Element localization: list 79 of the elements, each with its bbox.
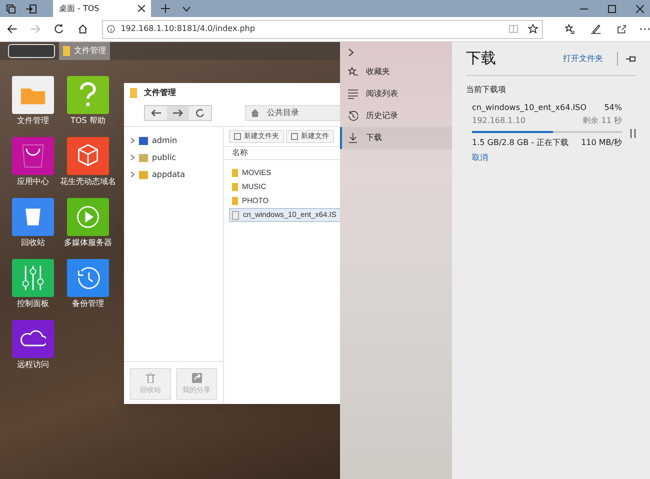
app-label[interactable]: 花生壳动态域名: [60, 177, 116, 186]
address-text: 192.168.1.10:8181/4.0/index.php: [120, 23, 255, 35]
maximize-icon[interactable]: [608, 4, 616, 12]
folder-icon: [63, 46, 70, 56]
browser-tab[interactable]: 桌面 - TOS: [53, 0, 151, 17]
hub-nav-item[interactable]: 历史记录: [340, 105, 452, 127]
window-title: 文件管理: [144, 87, 176, 99]
nav-icon: [348, 111, 358, 121]
app-label[interactable]: 多媒体服务器: [60, 238, 116, 247]
app-tile[interactable]: [67, 76, 109, 114]
tabs-aside-icon[interactable]: [26, 4, 37, 14]
download-size: 1.5 GB/2.8 GB - 正在下载: [472, 137, 569, 149]
close-tab-icon[interactable]: [138, 5, 145, 12]
chevron-right-icon[interactable]: [130, 137, 135, 144]
tab-list-icon[interactable]: [6, 4, 16, 14]
breadcrumb-item[interactable]: 公共目录: [267, 107, 299, 119]
app-label[interactable]: 应用中心: [5, 177, 61, 186]
nav-icon: [348, 89, 358, 99]
nav-icon: [348, 133, 358, 143]
app-tile[interactable]: [12, 198, 54, 236]
back-arrow-icon[interactable]: [7, 24, 17, 34]
app-icon: [20, 265, 46, 291]
download-percent: 54%: [604, 102, 622, 114]
app-icon: [75, 265, 101, 291]
close-icon[interactable]: [636, 4, 644, 12]
trash-icon: [146, 372, 155, 383]
column-header[interactable]: 名称: [232, 147, 248, 159]
app-tile[interactable]: [12, 76, 54, 114]
file-name: cn_windows_10_ent_x64.ISO: [472, 102, 586, 114]
app-icon: [75, 143, 101, 169]
app-label[interactable]: 远程访问: [5, 360, 61, 369]
app-label[interactable]: 备份管理: [60, 299, 116, 308]
app-label[interactable]: 控制面板: [5, 299, 61, 308]
hub-nav-item[interactable]: 阅读列表: [340, 83, 452, 105]
chevron-right-icon[interactable]: [130, 154, 135, 161]
app-tile[interactable]: [12, 137, 54, 175]
refresh-icon[interactable]: [54, 24, 64, 34]
pause-icon[interactable]: [630, 128, 636, 138]
tree-item[interactable]: appdata: [124, 167, 223, 182]
hub-nav-item[interactable]: 收藏夹: [340, 61, 452, 83]
document-icon: [232, 210, 239, 220]
app-label[interactable]: TOS 帮助: [60, 116, 116, 125]
taskbar-item[interactable]: 文件管理: [59, 42, 110, 60]
section-heading: 当前下载项: [466, 84, 507, 96]
share-icon[interactable]: [616, 24, 626, 34]
time-remaining: 剩余 11 秒: [582, 115, 622, 127]
chevron-right-icon[interactable]: [348, 48, 354, 57]
star-icon[interactable]: [528, 24, 538, 34]
app-tile[interactable]: [12, 259, 54, 297]
app-icon: [20, 143, 46, 169]
download-source: 192.168.1.10: [472, 115, 526, 127]
tree-item[interactable]: admin: [124, 133, 223, 148]
app-tile[interactable]: [12, 320, 54, 358]
app-tile[interactable]: [67, 198, 109, 236]
folder-icon: [130, 88, 137, 98]
home-icon[interactable]: [78, 24, 88, 34]
chevron-right-icon[interactable]: [130, 171, 135, 178]
share-icon: [192, 372, 202, 383]
chevron-down-icon[interactable]: [182, 6, 191, 12]
app-icon: [75, 204, 101, 230]
address-field[interactable]: 192.168.1.10:8181/4.0/index.php: [102, 20, 544, 38]
app-label[interactable]: 回收站: [5, 238, 61, 247]
folder-outline-icon: [234, 133, 241, 140]
panel-title: 下载: [466, 48, 496, 70]
open-folder-link[interactable]: 打开文件夹: [563, 52, 603, 64]
app-tile[interactable]: [67, 259, 109, 297]
new-tab-icon[interactable]: [161, 4, 170, 13]
info-icon: [106, 25, 115, 33]
document-icon: [291, 133, 298, 140]
download-speed: 110 MB/秒: [581, 137, 622, 149]
hub-nav-item[interactable]: 下载: [340, 127, 452, 149]
nav-icon: [348, 67, 358, 77]
tree-item[interactable]: public: [124, 150, 223, 165]
favorites-icon[interactable]: [565, 24, 575, 34]
pen-icon[interactable]: [590, 24, 601, 34]
pin-icon[interactable]: [626, 54, 636, 62]
cancel-link[interactable]: 取消: [472, 152, 488, 164]
app-tile[interactable]: [67, 137, 109, 175]
app-label[interactable]: 文件管理: [5, 116, 61, 125]
